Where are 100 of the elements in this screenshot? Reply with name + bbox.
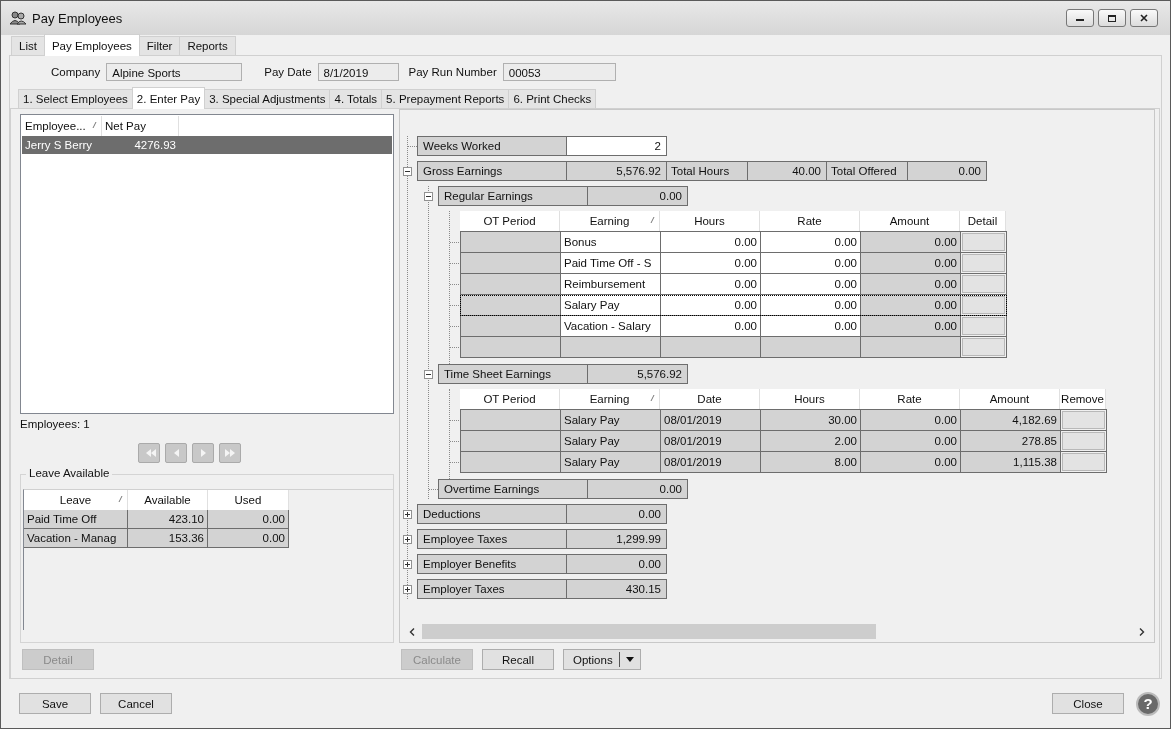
footer-button[interactable]: Save — [19, 693, 91, 714]
field-label-cell: Gross Earnings — [417, 161, 567, 181]
table-row[interactable]: Paid Time Off - S 0.00 0.00 0.00 — [460, 253, 1007, 274]
table-cell[interactable]: 0.00 — [661, 274, 761, 295]
column-label: Earning — [589, 393, 630, 405]
table-cell[interactable]: 0.00 — [761, 253, 861, 274]
row-action-button[interactable] — [962, 254, 1005, 272]
collapse-toggle[interactable] — [403, 166, 412, 176]
tab[interactable]: Pay Employees — [43, 34, 140, 56]
column-label: Used — [234, 494, 262, 506]
input-field[interactable]: 2 — [566, 136, 667, 156]
maximize-button[interactable] — [1098, 9, 1126, 27]
column-header[interactable]: Leave — [24, 490, 128, 510]
help-button[interactable]: ? — [1136, 691, 1160, 716]
step-tab[interactable]: 2. Enter Pay — [131, 87, 206, 109]
tab[interactable]: List — [11, 36, 45, 55]
table-cell[interactable]: Salary Pay — [561, 295, 661, 316]
step-tab[interactable]: 1. Select Employees — [18, 89, 133, 108]
expand-toggle[interactable] — [403, 559, 412, 569]
chevron-right-icon[interactable] — [1138, 626, 1146, 637]
table-row[interactable]: Salary Pay 0.00 0.00 0.00 — [460, 295, 1007, 316]
new-row[interactable] — [460, 337, 1007, 358]
table-cell[interactable]: 0.00 — [761, 274, 861, 295]
row-action-button[interactable] — [1062, 411, 1105, 429]
column-label: Amount — [889, 215, 930, 227]
column-header[interactable]: Hours — [660, 211, 760, 231]
expand-toggle[interactable] — [403, 534, 412, 544]
column-header[interactable]: Amount — [860, 211, 960, 231]
row-action-button[interactable] — [1062, 432, 1105, 450]
tab[interactable]: Filter — [138, 36, 181, 55]
table-cell: 0.00 — [861, 274, 961, 295]
table-cell: 1,115.38 — [961, 452, 1061, 473]
read-only-field: 00053 — [502, 63, 616, 81]
split-button[interactable]: Options — [563, 649, 641, 670]
collapse-toggle[interactable] — [424, 369, 433, 379]
table-cell[interactable]: 0.00 — [661, 316, 761, 337]
table-row[interactable]: Salary Pay 08/01/2019 2.00 0.00 278.85 — [460, 431, 1107, 452]
column-header[interactable]: OT Period — [460, 211, 560, 231]
table-cell: 08/01/2019 — [661, 410, 761, 431]
column-header[interactable]: OT Period — [460, 389, 560, 409]
table-cell[interactable]: 0.00 — [661, 295, 761, 316]
scroll-thumb[interactable] — [422, 624, 877, 639]
row-action-button[interactable] — [962, 275, 1005, 293]
column-header[interactable]: Amount — [960, 389, 1060, 409]
employee-count: Employees: 1 — [20, 418, 91, 432]
table-cell[interactable]: 0.00 — [661, 253, 761, 274]
chevron-left-icon[interactable] — [408, 626, 416, 637]
collapse-toggle[interactable] — [424, 191, 433, 201]
footer-button[interactable]: Cancel — [100, 693, 172, 714]
column-header[interactable]: Available — [128, 490, 208, 510]
row-action-button[interactable] — [1062, 453, 1105, 471]
sort-icon — [118, 495, 123, 503]
table-cell[interactable]: 0.00 — [761, 232, 861, 253]
column-header[interactable]: Hours — [760, 389, 860, 409]
amount-cell: 5,576.92 — [566, 161, 667, 181]
column-label: Hours — [694, 215, 725, 227]
table-row[interactable]: Vacation - Salary 0.00 0.00 0.00 — [460, 316, 1007, 337]
step-tab[interactable]: 5. Prepayment Reports — [381, 89, 510, 108]
step-tab[interactable]: 4. Totals — [329, 89, 383, 108]
column-header[interactable]: Rate — [760, 211, 860, 231]
column-header[interactable]: Date — [660, 389, 760, 409]
table-cell[interactable]: Vacation - Salary — [561, 316, 661, 337]
table-cell: 08/01/2019 — [661, 452, 761, 473]
step-tab[interactable]: 6. Print Checks — [508, 89, 597, 108]
table-cell: 278.85 — [961, 431, 1061, 452]
table-cell[interactable]: Reimbursement — [561, 274, 661, 295]
expand-toggle[interactable] — [403, 584, 412, 594]
row-action-button[interactable] — [962, 296, 1005, 314]
column-header[interactable]: Detail — [960, 211, 1006, 231]
table-cell[interactable]: 0.00 — [661, 232, 761, 253]
table-row[interactable]: Reimbursement 0.00 0.00 0.00 — [460, 274, 1007, 295]
footer-button[interactable]: Close — [1052, 693, 1124, 714]
column-header[interactable]: Rate — [860, 389, 960, 409]
expand-toggle[interactable] — [403, 509, 412, 519]
column-label: Earning — [589, 215, 630, 227]
row-action-button[interactable] — [962, 233, 1005, 251]
row-action-button[interactable] — [962, 317, 1005, 335]
table-row[interactable]: Bonus 0.00 0.00 0.00 — [460, 231, 1007, 253]
table-row[interactable]: Salary Pay 08/01/2019 8.00 0.00 1,115.38 — [460, 452, 1107, 473]
close-button[interactable] — [1130, 9, 1158, 27]
table-cell: 153.36 — [128, 529, 208, 548]
column-label: Rate — [797, 215, 822, 227]
field-label-cell: Employer Taxes — [417, 579, 567, 599]
column-header[interactable]: Employee... — [22, 116, 102, 136]
table-cell[interactable]: Bonus — [561, 232, 661, 253]
table-row[interactable]: Jerry S Berry 4276.93 — [22, 136, 392, 154]
step-tab[interactable]: 3. Special Adjustments — [204, 89, 331, 108]
column-header[interactable]: Earning — [560, 211, 660, 231]
column-header[interactable]: Net Pay — [102, 116, 179, 136]
table-cell[interactable]: 0.00 — [761, 295, 861, 316]
table-row[interactable]: Salary Pay 08/01/2019 30.00 0.00 4,182.69 — [460, 409, 1107, 431]
table-cell[interactable]: 0.00 — [761, 316, 861, 337]
minimize-button[interactable] — [1066, 9, 1094, 27]
row-action-button[interactable] — [962, 338, 1005, 356]
column-label: Employee... — [25, 120, 86, 132]
action-button[interactable]: Recall — [482, 649, 554, 670]
table-cell[interactable]: Paid Time Off - S — [561, 253, 661, 274]
column-header[interactable]: Used — [208, 490, 289, 510]
column-header[interactable]: Earning — [560, 389, 660, 409]
tab[interactable]: Reports — [179, 36, 236, 55]
